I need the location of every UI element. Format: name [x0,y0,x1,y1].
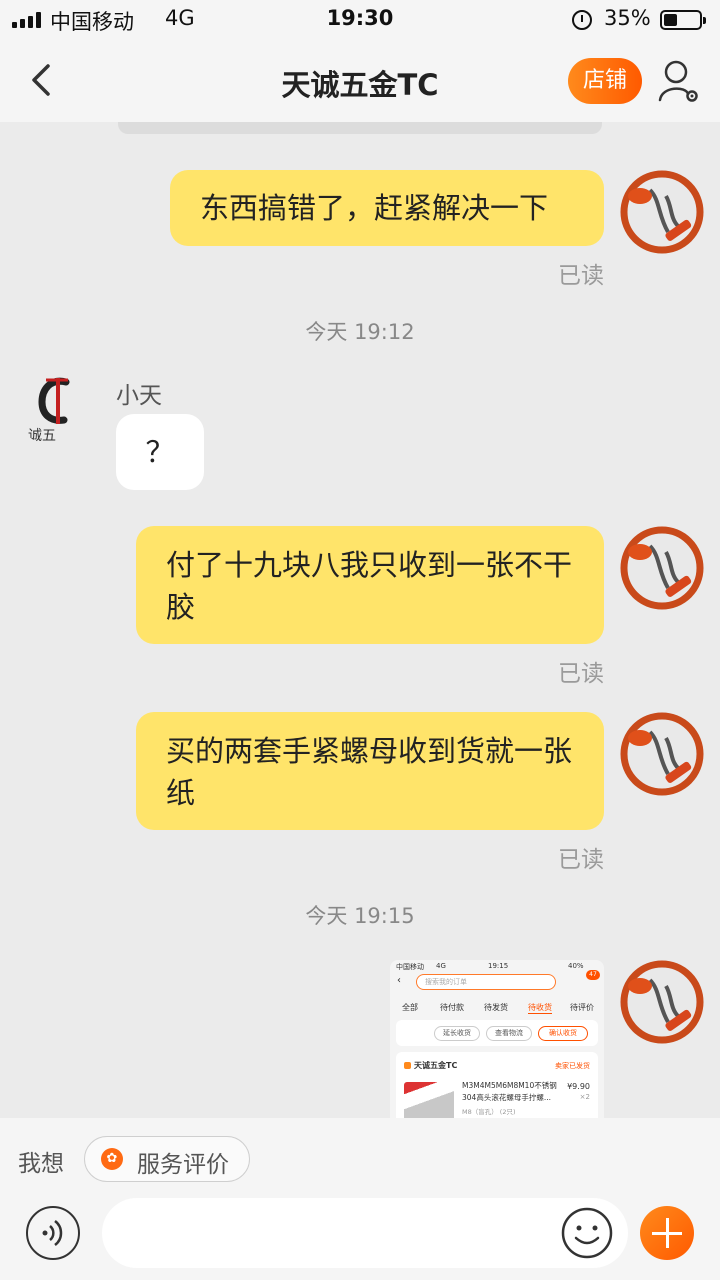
timestamp: 今天 19:12 [305,320,415,344]
thumb-product-image [404,1082,454,1118]
thumb-tab: 全部 [402,1003,418,1012]
thumb-tab: 待付款 [440,1003,464,1012]
thumb-qty: ×2 [579,1093,590,1101]
thumb-tabs: 全部 待付款 待发货 待收货 待评价 [390,1002,604,1018]
message-input[interactable] [102,1198,628,1268]
my-avatar[interactable] [620,712,704,796]
plus-icon[interactable] [640,1206,694,1260]
voice-input-icon[interactable] [26,1206,80,1260]
service-review-label: 服务评价 [137,1152,229,1178]
thumb-action: 查看物流 [486,1026,532,1041]
read-status: 已读 [558,661,604,687]
user-settings-icon[interactable] [656,58,700,104]
alarm-icon [572,10,592,30]
battery-percent: 35% [604,6,651,30]
sender-name: 小天 [116,383,162,409]
my-avatar[interactable] [620,960,704,1044]
timestamp: 今天 19:15 [305,904,415,928]
shop-avatar[interactable]: 诚五 [16,364,100,448]
thumb-order-actions: 延长收货 查看物流 确认收货 [396,1020,598,1046]
thumb-carrier: 中国移动 [396,963,424,971]
thumb-shop-name: 天诚五金TC [404,1060,457,1071]
my-avatar[interactable] [620,526,704,610]
thumb-order-status: 卖家已发货 [555,1062,590,1070]
avatar-image [620,170,704,254]
message-bubble-sent[interactable]: 东西搞错了，赶紧解决一下 [170,170,604,246]
shop-button[interactable]: 店铺 [568,58,642,104]
thumb-action-primary: 确认收货 [538,1026,588,1041]
read-status: 已读 [558,847,604,873]
avatar-image [620,526,704,610]
svg-text:诚五: 诚五 [28,428,56,444]
previous-system-tip [118,122,602,134]
nav-bar: 天诚五金TC 店铺 [0,40,720,122]
emoji-icon[interactable] [560,1206,614,1260]
back-arrow-icon[interactable] [24,60,64,100]
thumb-tab: 待评价 [570,1003,594,1012]
my-avatar[interactable] [620,170,704,254]
flower-icon [101,1148,123,1170]
message-bubble-received[interactable]: ？ [116,414,204,490]
thumb-price-value: ¥9.90 [567,1082,590,1091]
battery-icon [660,10,706,30]
avatar-image [620,712,704,796]
bottom-toolbar: 我想 服务评价 [0,1118,720,1280]
shop-logo-image: 诚五 [16,364,100,448]
thumb-network: 4G [436,962,446,970]
message-bubble-sent[interactable]: 付了十九块八我只收到一张不干胶 [136,526,604,644]
thumb-badge: 47 [586,970,600,980]
status-bar: 中国移动 4G 19:30 35% [0,0,720,40]
thumb-order-card: 天诚五金TC 卖家已发货 M3M4M5M6M8M10不锈钢304高头滚花螺母手拧… [396,1052,598,1118]
screenshot-image-message[interactable]: 中国移动 4G 19:15 40% ‹ 搜索我的订单 47 全部 待付款 待发货… [390,960,604,1118]
service-review-button[interactable]: 服务评价 [84,1136,250,1182]
thumb-tab-active: 待收货 [528,1003,552,1014]
read-status: 已读 [558,263,604,289]
thumb-product-title: M3M4M5M6M8M10不锈钢304高头滚花螺母手拧螺... [462,1081,557,1102]
voice-wave-icon [42,1220,63,1246]
chat-area[interactable]: 东西搞错了，赶紧解决一下 已读 今天 19:12 诚五 小天 ？ 付了十九块八我… [0,122,720,1118]
thumb-battery: 40% [568,962,584,970]
thumb-time: 19:15 [488,962,509,970]
avatar-image [620,960,704,1044]
thumb-product-spec: M8（盲孔） (2只) [462,1108,516,1116]
quick-prompt-label: 我想 [18,1151,64,1177]
thumb-action: 延长收货 [434,1026,480,1041]
thumb-status-bar: 中国移动 4G 19:15 40% [390,962,604,972]
thumb-tab: 待发货 [484,1003,508,1012]
thumb-back-icon: ‹ [397,975,401,986]
thumb-price: ¥9.90 ×2 [567,1082,590,1102]
message-bubble-sent[interactable]: 买的两套手紧螺母收到货就一张纸 [136,712,604,830]
thumb-search-box: 搜索我的订单 [416,974,556,990]
